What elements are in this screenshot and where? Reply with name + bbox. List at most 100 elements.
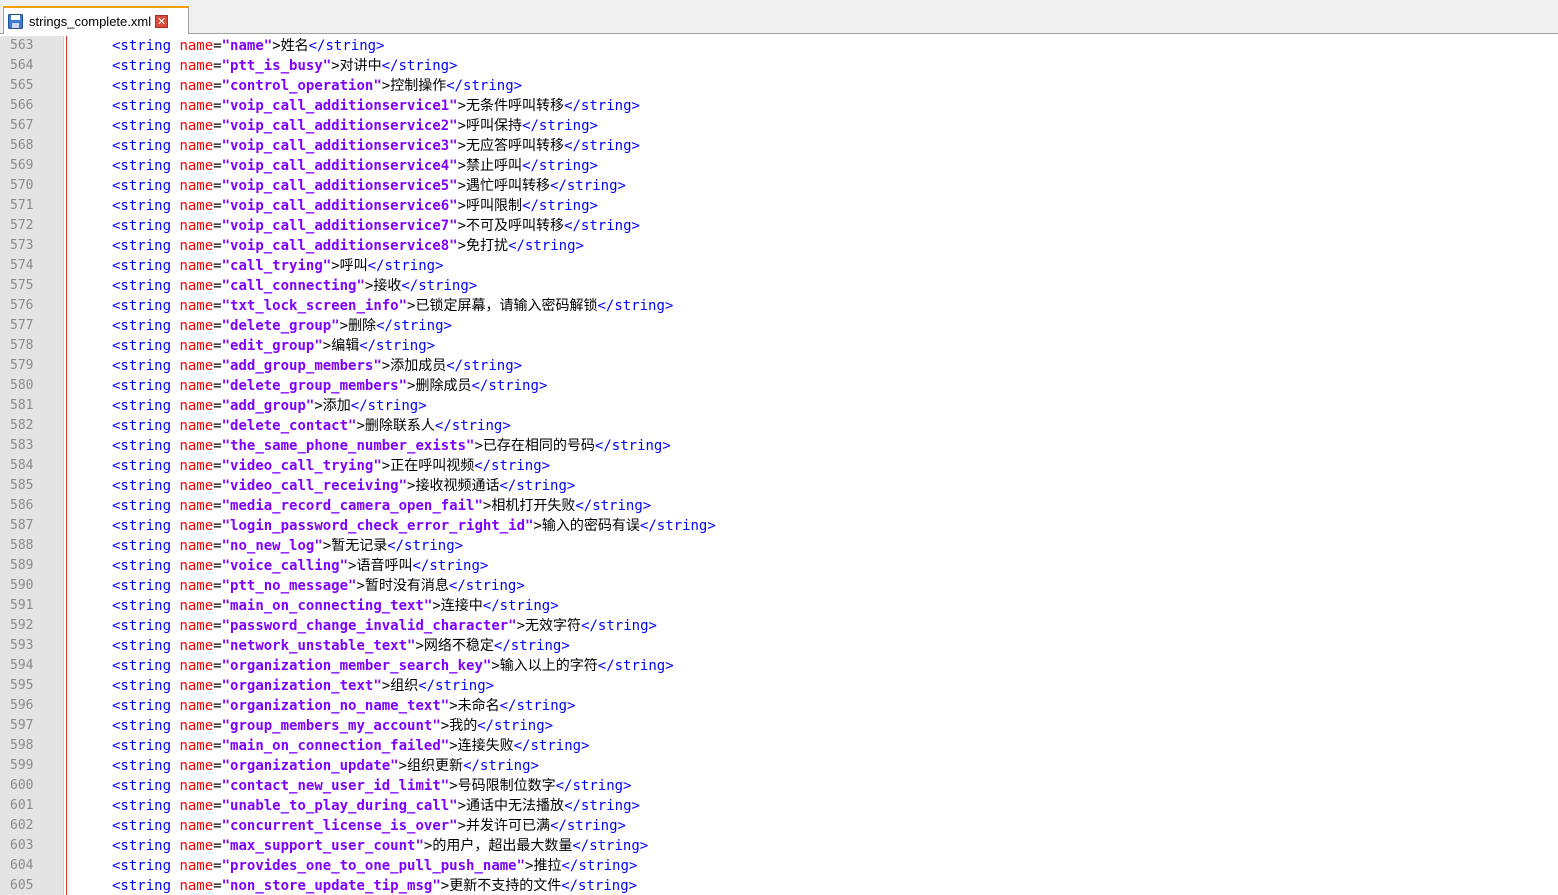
xml-open-tag: <string bbox=[112, 278, 172, 294]
xml-text-content: >禁止呼叫 bbox=[457, 158, 523, 174]
xml-text-content: >添加 bbox=[314, 398, 351, 414]
xml-open-tag: <string bbox=[112, 758, 172, 774]
xml-text-content: >暂时没有消息 bbox=[356, 578, 449, 594]
code-line[interactable]: <string name="control_operation">控制操作</s… bbox=[67, 76, 1558, 96]
code-line[interactable]: <string name="voice_calling">语音呼叫</strin… bbox=[67, 556, 1558, 576]
code-line[interactable]: <string name="organization_text">组织</str… bbox=[67, 676, 1558, 696]
code-line[interactable]: <string name="group_members_my_account">… bbox=[67, 716, 1558, 736]
xml-attribute-value: "no_new_log" bbox=[221, 538, 323, 554]
code-view[interactable]: <string name="name">姓名</string> <string n… bbox=[67, 36, 1558, 895]
code-line[interactable]: <string name="ptt_is_busy">对讲中</string> bbox=[67, 56, 1558, 76]
xml-close-tag: </string> bbox=[448, 578, 525, 594]
xml-equals: = bbox=[213, 218, 222, 234]
line-number: 577 bbox=[10, 318, 34, 333]
code-line[interactable]: <string name="name">姓名</string> bbox=[67, 36, 1558, 56]
xml-attribute-value: "organization_update" bbox=[221, 758, 399, 774]
code-line[interactable]: <string name="unable_to_play_during_call… bbox=[67, 796, 1558, 816]
editor-area[interactable]: 563 564 565 566 567 568 569 570 571 572 573 574 575 5… bbox=[0, 36, 1558, 895]
code-line[interactable]: <string name="add_group_members">添加成员</s… bbox=[67, 356, 1558, 376]
code-line[interactable]: <string name="call_trying">呼叫</string> bbox=[67, 256, 1558, 276]
code-line[interactable]: <string name="non_store_update_tip_msg">… bbox=[67, 876, 1558, 895]
xml-attribute-value: "name" bbox=[221, 38, 273, 54]
code-line[interactable]: <string name="media_record_camera_open_f… bbox=[67, 496, 1558, 516]
xml-equals: = bbox=[213, 858, 222, 874]
code-line[interactable]: <string name="main_on_connecting_text">连… bbox=[67, 596, 1558, 616]
code-line[interactable]: <string name="organization_member_search… bbox=[67, 656, 1558, 676]
code-line[interactable]: <string name="provides_one_to_one_pull_p… bbox=[67, 856, 1558, 876]
xml-attribute-name: name bbox=[171, 338, 214, 354]
code-line[interactable]: <string name="password_change_invalid_ch… bbox=[67, 616, 1558, 636]
xml-text-content: >的用户，超出最大数量 bbox=[423, 838, 573, 854]
code-line[interactable]: <string name="contact_new_user_id_limit"… bbox=[67, 776, 1558, 796]
code-line[interactable]: <string name="max_support_user_count">的用… bbox=[67, 836, 1558, 856]
line-number: 596 bbox=[10, 698, 34, 713]
code-line[interactable]: <string name="the_same_phone_number_exis… bbox=[67, 436, 1558, 456]
xml-attribute-value: "password_change_invalid_character" bbox=[221, 618, 517, 634]
xml-attribute-name: name bbox=[171, 258, 214, 274]
code-line[interactable]: <string name="voip_call_additionservice3… bbox=[67, 136, 1558, 156]
close-icon[interactable]: ✕ bbox=[155, 14, 169, 28]
xml-equals: = bbox=[213, 698, 222, 714]
code-line[interactable]: <string name="voip_call_additionservice8… bbox=[67, 236, 1558, 256]
tab-strings-complete[interactable]: strings_complete.xml ✕ bbox=[3, 6, 189, 34]
line-number: 580 bbox=[10, 378, 34, 393]
xml-text-content: >网络不稳定 bbox=[415, 638, 494, 654]
xml-open-tag: <string bbox=[112, 318, 172, 334]
line-number: 598 bbox=[10, 738, 34, 753]
xml-open-tag: <string bbox=[112, 798, 172, 814]
code-line[interactable]: <string name="organization_update">组织更新<… bbox=[67, 756, 1558, 776]
xml-text-content: >遇忙呼叫转移 bbox=[457, 178, 551, 194]
code-line[interactable]: <string name="concurrent_license_is_over… bbox=[67, 816, 1558, 836]
code-line[interactable]: <string name="main_on_connection_failed"… bbox=[67, 736, 1558, 756]
code-line[interactable]: <string name="add_group">添加</string> bbox=[67, 396, 1558, 416]
code-line[interactable]: <string name="voip_call_additionservice7… bbox=[67, 216, 1558, 236]
line-number: 576 bbox=[10, 298, 34, 313]
xml-equals: = bbox=[213, 318, 222, 334]
code-line[interactable]: <string name="video_call_trying">正在呼叫视频<… bbox=[67, 456, 1558, 476]
code-line[interactable]: <string name="delete_group_members">删除成员… bbox=[67, 376, 1558, 396]
code-line[interactable]: <string name="voip_call_additionservice1… bbox=[67, 96, 1558, 116]
xml-attribute-value: "call_trying" bbox=[221, 258, 332, 274]
code-line[interactable]: <string name="txt_lock_screen_info">已锁定屏… bbox=[67, 296, 1558, 316]
code-line[interactable]: <string name="delete_group">删除</string> bbox=[67, 316, 1558, 336]
line-number: 565 bbox=[10, 78, 34, 93]
code-line[interactable]: <string name="network_unstable_text">网络不… bbox=[67, 636, 1558, 656]
xml-text-content: >输入的密码有误 bbox=[533, 518, 640, 534]
xml-open-tag: <string bbox=[112, 178, 172, 194]
xml-attribute-value: "voip_call_additionservice4" bbox=[221, 158, 458, 174]
line-number: 588 bbox=[10, 538, 34, 553]
xml-text-content: >通话中无法播放 bbox=[457, 798, 565, 814]
code-line[interactable]: <string name="no_new_log">暂无记录</string> bbox=[67, 536, 1558, 556]
code-line[interactable]: <string name="edit_group">编辑</string> bbox=[67, 336, 1558, 356]
xml-open-tag: <string bbox=[112, 658, 172, 674]
code-line[interactable]: <string name="voip_call_additionservice6… bbox=[67, 196, 1558, 216]
xml-close-tag: </string> bbox=[387, 538, 464, 554]
code-line[interactable]: <string name="voip_call_additionservice2… bbox=[67, 116, 1558, 136]
xml-attribute-value: "the_same_phone_number_exists" bbox=[221, 438, 475, 454]
xml-close-tag: </string> bbox=[367, 258, 444, 274]
xml-open-tag: <string bbox=[112, 598, 172, 614]
xml-close-tag: </string> bbox=[550, 178, 626, 194]
xml-attribute-value: "unable_to_play_during_call" bbox=[221, 798, 458, 814]
xml-close-tag: </string> bbox=[482, 598, 559, 614]
code-line[interactable]: <string name="video_call_receiving">接收视频… bbox=[67, 476, 1558, 496]
xml-open-tag: <string bbox=[112, 198, 172, 214]
code-line[interactable]: <string name="voip_call_additionservice4… bbox=[67, 156, 1558, 176]
xml-text-content: >语音呼叫 bbox=[348, 558, 413, 574]
line-number: 605 bbox=[10, 878, 34, 893]
code-line[interactable]: <string name="call_connecting">接收</strin… bbox=[67, 276, 1558, 296]
xml-open-tag: <string bbox=[112, 338, 172, 354]
xml-equals: = bbox=[213, 278, 222, 294]
xml-equals: = bbox=[213, 198, 222, 214]
xml-attribute-name: name bbox=[171, 138, 214, 154]
code-line[interactable]: <string name="delete_contact">删除联系人</str… bbox=[67, 416, 1558, 436]
xml-text-content: >无条件呼叫转移 bbox=[457, 98, 565, 114]
code-line[interactable]: <string name="organization_no_name_text"… bbox=[67, 696, 1558, 716]
xml-text-content: >删除联系人 bbox=[356, 418, 435, 434]
xml-attribute-name: name bbox=[171, 718, 214, 734]
line-number: 602 bbox=[10, 818, 34, 833]
code-line[interactable]: <string name="login_password_check_error… bbox=[67, 516, 1558, 536]
xml-attribute-name: name bbox=[171, 478, 214, 494]
code-line[interactable]: <string name="voip_call_additionservice5… bbox=[67, 176, 1558, 196]
code-line[interactable]: <string name="ptt_no_message">暂时没有消息</st… bbox=[67, 576, 1558, 596]
